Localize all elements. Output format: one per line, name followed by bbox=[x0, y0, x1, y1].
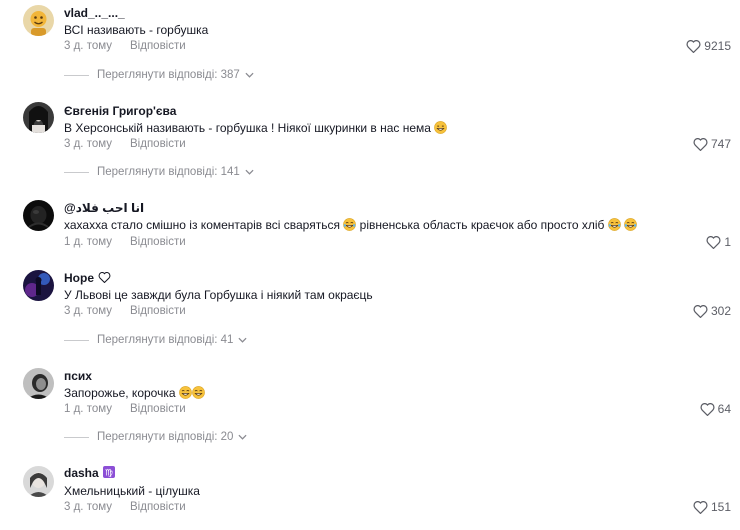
reply-button[interactable]: Відповісти bbox=[130, 40, 186, 52]
avatar[interactable] bbox=[23, 270, 54, 301]
heart-outline-icon bbox=[686, 39, 701, 53]
comment-text-content: В Херсонській називають - горбушка ! Нія… bbox=[64, 121, 431, 135]
comment-text: хахахха стало смішно із коментарів всі с… bbox=[64, 218, 637, 232]
like-count: 1 bbox=[724, 235, 731, 249]
author-name: dasha bbox=[64, 466, 99, 480]
comment-meta: 1 д. тому Відповісти bbox=[64, 403, 186, 415]
svg-text:♍: ♍ bbox=[105, 469, 113, 479]
divider-line bbox=[64, 171, 89, 173]
comment-author[interactable]: vlad_.._..._ bbox=[64, 6, 125, 20]
comment-text: Запорожье, корочка bbox=[64, 386, 205, 400]
comment-text: В Херсонській називають - горбушка ! Нія… bbox=[64, 121, 448, 135]
reply-button[interactable]: Відповісти bbox=[130, 305, 186, 317]
tears-of-joy-emoji bbox=[343, 218, 357, 231]
view-replies-button[interactable]: Переглянути відповіді: 141 bbox=[64, 166, 254, 178]
view-replies-button[interactable]: Переглянути відповіді: 41 bbox=[64, 334, 247, 346]
view-replies-label: Переглянути відповіді: 20 bbox=[97, 431, 234, 443]
comment-time: 3 д. тому bbox=[64, 40, 113, 52]
grinning-face-emoji bbox=[179, 386, 192, 399]
avatar[interactable] bbox=[23, 368, 54, 399]
reply-button[interactable]: Відповісти bbox=[130, 236, 186, 248]
author-name: Hope bbox=[64, 271, 94, 285]
comment-time: 3 д. тому bbox=[64, 305, 113, 317]
tears-of-joy-emoji bbox=[607, 218, 621, 231]
grinning-face-emoji bbox=[192, 386, 205, 399]
comment-time: 3 д. тому bbox=[64, 501, 113, 513]
like-count: 151 bbox=[710, 500, 731, 514]
comment-time: 1 д. тому bbox=[64, 236, 113, 248]
like-button[interactable]: 747 bbox=[693, 137, 731, 151]
tears-of-joy-emoji bbox=[624, 218, 637, 231]
comment-author[interactable]: псих bbox=[64, 369, 92, 383]
like-button[interactable]: 151 bbox=[693, 500, 731, 514]
like-count: 9215 bbox=[704, 39, 731, 53]
virgo-sign-icon: ♍ bbox=[103, 466, 116, 479]
like-button[interactable]: 9215 bbox=[686, 39, 731, 53]
like-count: 747 bbox=[710, 137, 731, 151]
view-replies-label: Переглянути відповіді: 41 bbox=[97, 334, 234, 346]
comment-author[interactable]: Євгенія Григор'єва bbox=[64, 104, 176, 118]
comment-text: У Львові це завжди була Горбушка і ніяки… bbox=[64, 288, 373, 302]
comment-text-content: Запорожье, корочка bbox=[64, 386, 176, 400]
chevron-down-icon bbox=[245, 72, 254, 78]
like-count: 64 bbox=[717, 402, 731, 416]
heart-outline-icon bbox=[706, 235, 721, 249]
comment-meta: 3 д. тому Відповісти bbox=[64, 40, 186, 52]
comment-author[interactable]: dasha ♍ bbox=[64, 466, 116, 480]
comment-meta: 1 д. тому Відповісти bbox=[64, 236, 186, 248]
avatar[interactable] bbox=[23, 5, 54, 36]
heart-outline-icon bbox=[693, 304, 708, 318]
divider-line bbox=[64, 339, 89, 341]
comment-meta: 3 д. тому Відповісти bbox=[64, 501, 186, 513]
comment-text-content-2: рівненська область краєчок або просто хл… bbox=[359, 218, 605, 232]
comment-time: 1 д. тому bbox=[64, 403, 113, 415]
comment-text: Хмельницький - цілушка bbox=[64, 484, 200, 498]
avatar[interactable] bbox=[23, 200, 54, 231]
view-replies-button[interactable]: Переглянути відповіді: 20 bbox=[64, 431, 247, 443]
like-button[interactable]: 1 bbox=[706, 235, 731, 249]
divider-line bbox=[64, 74, 89, 76]
comment-text-content: хахахха стало смішно із коментарів всі с… bbox=[64, 218, 340, 232]
comment-text: ВСІ називають - горбушка bbox=[64, 23, 209, 37]
like-button[interactable]: 64 bbox=[700, 402, 731, 416]
comment-meta: 3 д. тому Відповісти bbox=[64, 305, 186, 317]
grinning-face-emoji bbox=[434, 121, 448, 134]
white-heart-icon bbox=[98, 272, 111, 283]
view-replies-button[interactable]: Переглянути відповіді: 387 bbox=[64, 69, 254, 81]
view-replies-label: Переглянути відповіді: 141 bbox=[97, 166, 240, 178]
avatar[interactable] bbox=[23, 466, 54, 497]
avatar[interactable] bbox=[23, 102, 54, 133]
comment-author[interactable]: Hope bbox=[64, 271, 111, 285]
heart-outline-icon bbox=[693, 500, 708, 514]
like-count: 302 bbox=[710, 304, 731, 318]
reply-button[interactable]: Відповісти bbox=[130, 501, 186, 513]
comment-time: 3 д. тому bbox=[64, 138, 113, 150]
divider-line bbox=[64, 436, 89, 438]
heart-outline-icon bbox=[693, 137, 708, 151]
like-button[interactable]: 302 bbox=[693, 304, 731, 318]
chevron-down-icon bbox=[238, 434, 247, 440]
comment-author[interactable]: @انا احب فلاد bbox=[64, 201, 144, 215]
heart-outline-icon bbox=[700, 402, 715, 416]
chevron-down-icon bbox=[238, 337, 247, 343]
reply-button[interactable]: Відповісти bbox=[130, 138, 186, 150]
view-replies-label: Переглянути відповіді: 387 bbox=[97, 69, 240, 81]
chevron-down-icon bbox=[245, 169, 254, 175]
comment-meta: 3 д. тому Відповісти bbox=[64, 138, 186, 150]
reply-button[interactable]: Відповісти bbox=[130, 403, 186, 415]
